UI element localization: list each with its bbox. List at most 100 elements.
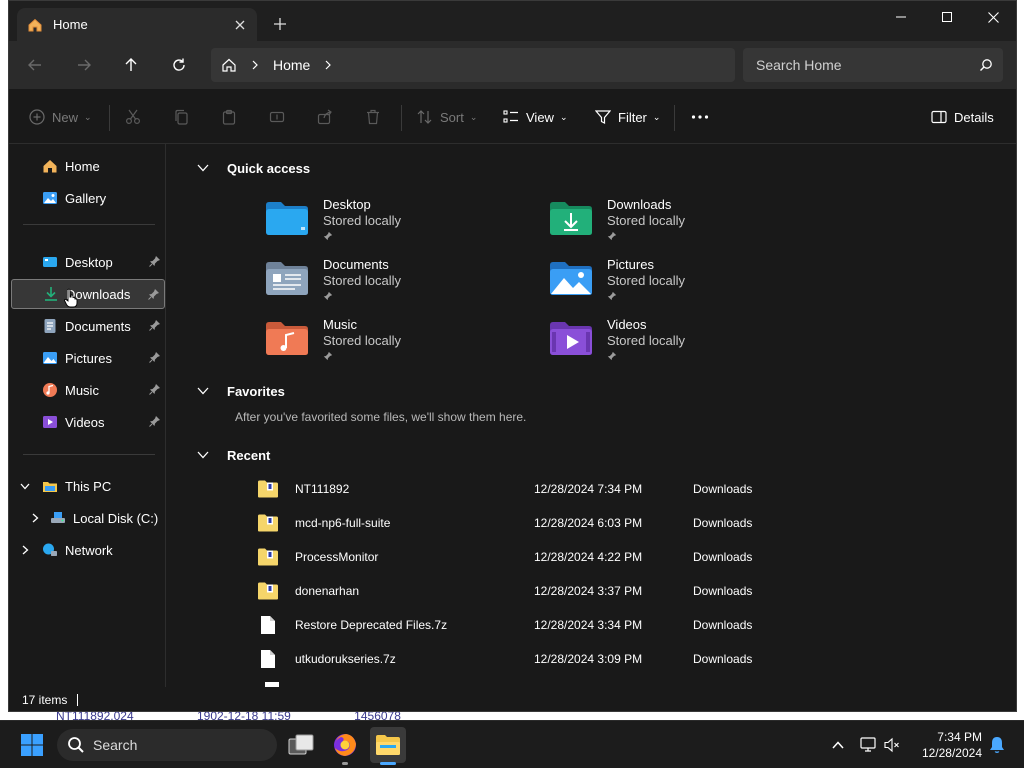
chevron-right-icon[interactable] (29, 512, 41, 524)
chevron-down-icon[interactable] (197, 387, 211, 395)
forward-button[interactable] (72, 53, 96, 77)
desktop-folder-icon (266, 202, 308, 235)
filter-button[interactable]: Filter ⌄ (595, 106, 660, 128)
network-volume-tray[interactable] (858, 727, 902, 763)
sidebar-item-label: Gallery (65, 190, 107, 206)
arrow-up-icon (125, 58, 137, 71)
file-date: 12/28/2024 3:34 PM (534, 618, 643, 632)
up-button[interactable] (119, 53, 143, 77)
table-row[interactable]: utkudorukseries.7z 12/28/2024 3:09 PM Do… (257, 644, 877, 674)
sidebar-item-music[interactable]: Music (11, 375, 165, 405)
file-explorer-button[interactable] (370, 727, 406, 765)
search-input[interactable]: Search Home (743, 48, 1003, 82)
table-row[interactable]: mcd-np6-full-suite 12/28/2024 6:03 PM Do… (257, 508, 877, 538)
new-button[interactable]: New ⌄ (29, 106, 92, 128)
firefox-button[interactable] (327, 727, 363, 765)
table-row[interactable]: ProcessMonitor 12/28/2024 4:22 PM Downlo… (257, 542, 877, 572)
details-button[interactable]: Details (931, 106, 994, 128)
file-explorer-icon (376, 735, 400, 755)
sidebar-item-network[interactable]: Network (11, 535, 165, 565)
back-button[interactable] (23, 53, 47, 77)
pin-icon[interactable] (149, 255, 161, 267)
sidebar-item-local-disk[interactable]: Local Disk (C:) (11, 503, 165, 533)
table-row[interactable]: Restore Deprecated Files.7z 12/28/2024 3… (257, 610, 877, 640)
downloads-icon (45, 287, 57, 301)
chevron-up-icon (832, 741, 844, 749)
taskbar-search[interactable]: Search (57, 729, 277, 761)
sidebar-item-label: Music (65, 382, 99, 398)
start-button[interactable] (14, 727, 50, 763)
clock-time: 7:34 PM (937, 730, 982, 744)
tile-name: Desktop (323, 197, 371, 212)
tile-name: Music (323, 317, 357, 332)
minimize-button[interactable] (878, 1, 924, 33)
address-bar[interactable]: Home (211, 48, 735, 82)
sidebar-item-downloads[interactable]: Downloads (11, 279, 165, 309)
file-location: Downloads (693, 550, 753, 564)
tab-title: Home (53, 17, 88, 32)
chevron-down-icon[interactable] (197, 451, 211, 459)
chevron-down-icon: ⌄ (469, 111, 478, 122)
taskbar-clock[interactable]: 7:34 PM 12/28/2024 (912, 729, 982, 761)
sidebar-item-home[interactable]: Home (11, 151, 165, 181)
desktop-icon (43, 257, 57, 267)
table-row[interactable]: NT111892 12/28/2024 7:34 PM Downloads (257, 474, 877, 504)
quick-access-desktop[interactable]: Desktop Stored locally (265, 197, 525, 253)
notifications-button[interactable] (984, 727, 1010, 763)
sidebar-item-label: Home (65, 158, 100, 174)
chevron-down-icon[interactable] (19, 480, 31, 492)
rename-button[interactable] (269, 106, 285, 128)
pin-icon[interactable] (149, 351, 161, 363)
sidebar-item-videos[interactable]: Videos (11, 407, 165, 437)
quick-access-videos[interactable]: Videos Stored locally (549, 317, 809, 373)
sidebar-item-this-pc[interactable]: This PC (11, 471, 165, 501)
file-date: 12/28/2024 3:09 PM (534, 652, 643, 666)
pin-icon[interactable] (149, 319, 161, 331)
delete-button[interactable] (365, 106, 381, 128)
pin-icon[interactable] (149, 415, 161, 427)
close-tab-button[interactable] (229, 14, 251, 36)
sort-button[interactable]: Sort ⌄ (417, 106, 477, 128)
tile-name: Videos (607, 317, 647, 332)
tile-status: Stored locally (323, 273, 402, 288)
more-options-button[interactable] (691, 106, 709, 128)
favorites-empty-message: After you've favorited some files, we'll… (235, 410, 527, 424)
navigation-bar: Home Search Home (9, 41, 1016, 89)
chevron-down-icon[interactable] (197, 164, 211, 172)
chevron-right-icon[interactable] (324, 60, 332, 70)
table-row[interactable]: donenarhan 12/28/2024 3:37 PM Downloads (257, 576, 877, 606)
sidebar-item-desktop[interactable]: Desktop (11, 247, 165, 277)
paste-button[interactable] (221, 106, 237, 128)
pin-icon[interactable] (149, 383, 161, 395)
pin-icon[interactable] (148, 288, 160, 300)
copy-button[interactable] (173, 106, 189, 128)
show-hidden-icons-button[interactable] (820, 727, 856, 763)
close-window-button[interactable] (970, 1, 1016, 33)
quick-access-documents[interactable]: Documents Stored locally (265, 257, 525, 313)
sidebar-item-label: Pictures (65, 350, 112, 366)
sidebar-item-documents[interactable]: Documents (11, 311, 165, 341)
new-tab-button[interactable] (269, 14, 291, 36)
sidebar-item-gallery[interactable]: Gallery (11, 183, 165, 213)
cut-button[interactable] (125, 106, 141, 128)
title-bar[interactable]: Home (9, 1, 1016, 41)
refresh-button[interactable] (167, 53, 191, 77)
view-button[interactable]: View ⌄ (503, 106, 568, 128)
section-favorites[interactable]: Favorites (197, 381, 285, 401)
maximize-button[interactable] (924, 1, 970, 33)
quick-access-music[interactable]: Music Stored locally (265, 317, 525, 373)
quick-access-pictures[interactable]: Pictures Stored locally (549, 257, 809, 313)
task-view-button[interactable] (283, 727, 319, 763)
tab-home[interactable]: Home (17, 8, 257, 41)
sidebar-item-pictures[interactable]: Pictures (11, 343, 165, 373)
chevron-right-icon[interactable] (19, 544, 31, 556)
share-button[interactable] (317, 106, 333, 128)
drive-icon (51, 512, 65, 523)
breadcrumb-home[interactable]: Home (273, 57, 310, 73)
file-icon (261, 616, 275, 634)
file-name: donenarhan (295, 584, 360, 598)
quick-access-downloads[interactable]: Downloads Stored locally (549, 197, 809, 253)
divider (109, 105, 110, 131)
section-quick-access[interactable]: Quick access (197, 158, 310, 178)
section-recent[interactable]: Recent (197, 445, 270, 465)
